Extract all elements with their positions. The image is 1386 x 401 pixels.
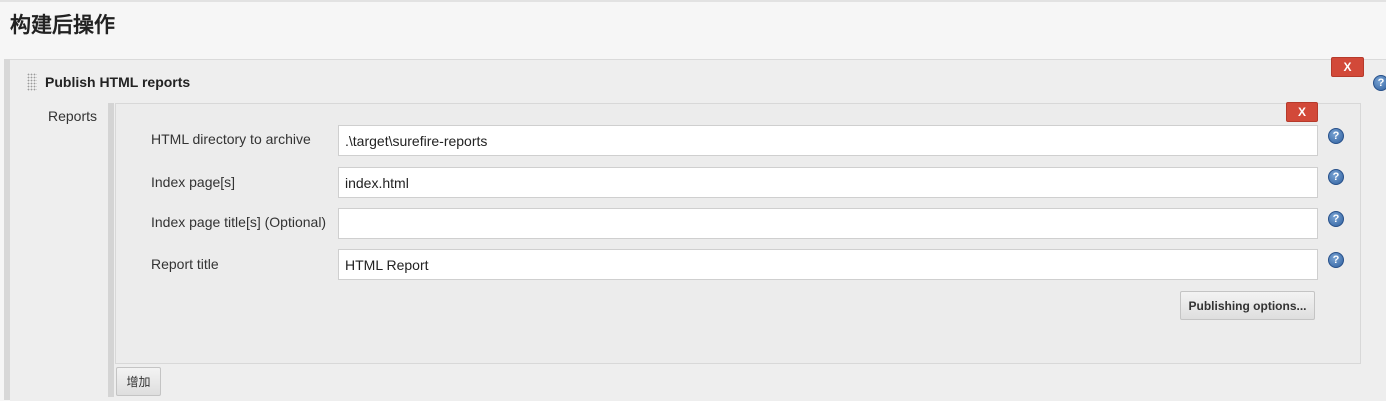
section-title: 构建后操作 <box>10 13 115 37</box>
add-report-button[interactable]: 增加 <box>116 367 161 396</box>
help-icon[interactable]: ? <box>1328 128 1344 144</box>
help-icon[interactable]: ? <box>1328 169 1344 185</box>
index-pages-label: Index page[s] <box>151 174 236 190</box>
html-directory-label: HTML directory to archive <box>151 131 311 147</box>
help-icon[interactable]: ? <box>1373 75 1386 91</box>
delete-step-button[interactable]: X <box>1331 57 1364 77</box>
index-page-titles-input[interactable] <box>338 208 1318 239</box>
help-icon[interactable]: ? <box>1328 252 1344 268</box>
inner-section-bar <box>108 103 114 397</box>
index-pages-input[interactable] <box>338 167 1318 198</box>
reports-label: Reports <box>48 108 98 124</box>
drag-handle-icon[interactable] <box>27 73 37 91</box>
index-page-titles-label: Index page title[s] (Optional) <box>151 214 327 230</box>
step-title: Publish HTML reports <box>45 74 191 90</box>
help-icon[interactable]: ? <box>1328 211 1344 227</box>
report-title-label: Report title <box>151 256 219 272</box>
report-title-input[interactable] <box>338 249 1318 280</box>
delete-report-button[interactable]: X <box>1286 102 1318 122</box>
html-directory-input[interactable] <box>338 125 1318 156</box>
publishing-options-button[interactable]: Publishing options... <box>1180 291 1315 320</box>
top-divider <box>0 0 1386 2</box>
